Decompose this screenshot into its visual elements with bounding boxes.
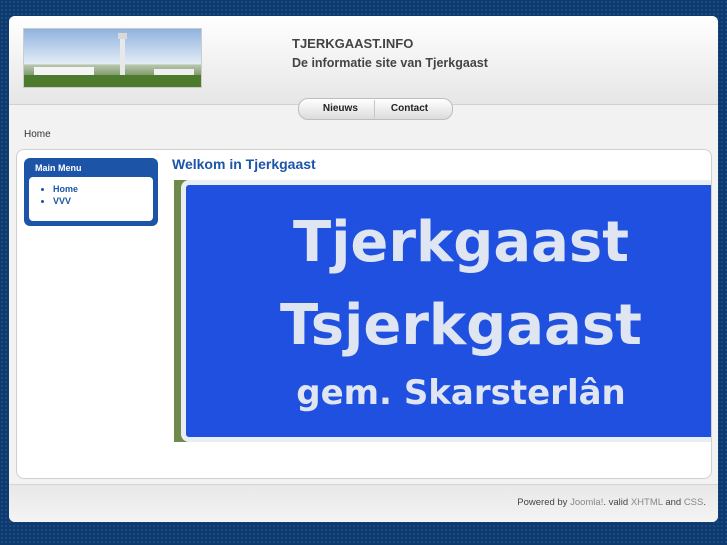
nav-item-nieuws[interactable]: Nieuws <box>307 99 374 119</box>
menu-item-vvv: VVV <box>53 195 153 207</box>
footer-end: . <box>703 497 706 508</box>
page-container: TJERKGAAST.INFO De informatie site van T… <box>9 16 718 522</box>
top-nav: Nieuws Contact <box>298 98 453 120</box>
article-title: Welkom in Tjerkgaast <box>172 156 316 172</box>
menu-link-vvv[interactable]: VVV <box>53 196 71 206</box>
header: TJERKGAAST.INFO De informatie site van T… <box>9 16 718 105</box>
site-title: TJERKGAAST.INFO <box>292 36 414 51</box>
menu-link-home[interactable]: Home <box>53 184 78 194</box>
footer-valid: . valid <box>603 497 629 508</box>
footer-css-link[interactable]: CSS <box>684 497 704 508</box>
breadcrumb[interactable]: Home <box>24 129 51 140</box>
main-content: Main Menu Home VVV Welkom in Tjerkgaast … <box>16 149 712 479</box>
main-menu-list: Home VVV <box>29 177 153 221</box>
main-menu-title: Main Menu <box>35 163 82 173</box>
footer-and: and <box>665 497 682 508</box>
menu-item-home: Home <box>53 183 153 195</box>
footer-text: Powered by Joomla!. valid XHTML and CSS. <box>517 497 706 508</box>
sign-line-3: gem. Skarsterlân <box>296 373 626 413</box>
header-photo <box>23 28 202 88</box>
footer-powered: Powered by <box>517 497 568 508</box>
town-sign-image: Tjerkgaast Tsjerkgaast gem. Skarsterlân <box>174 180 711 442</box>
sign-line-1: Tjerkgaast <box>293 210 629 275</box>
town-sign: Tjerkgaast Tsjerkgaast gem. Skarsterlân <box>181 180 711 442</box>
main-menu: Main Menu Home VVV <box>24 158 158 226</box>
site-slogan: De informatie site van Tjerkgaast <box>292 56 488 70</box>
nav-item-contact[interactable]: Contact <box>375 99 444 119</box>
footer: Powered by Joomla!. valid XHTML and CSS. <box>9 484 718 522</box>
footer-xhtml-link[interactable]: XHTML <box>631 497 663 508</box>
sign-line-2: Tsjerkgaast <box>280 293 642 358</box>
footer-joomla-link[interactable]: Joomla! <box>570 497 603 508</box>
